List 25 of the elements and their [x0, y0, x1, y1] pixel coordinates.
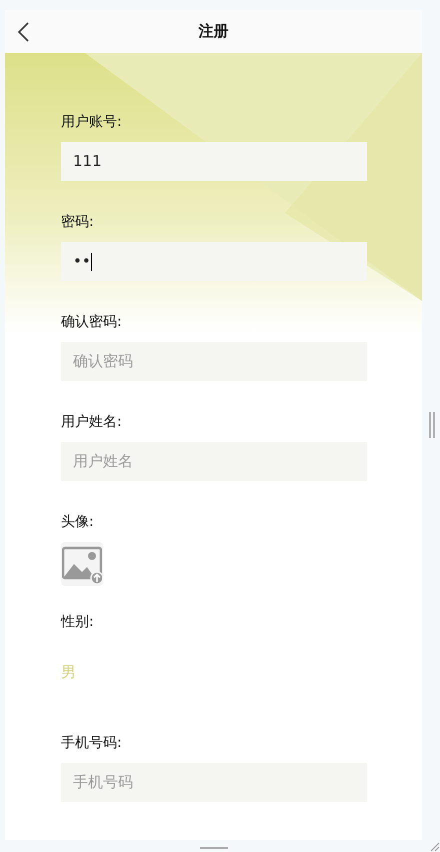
field-label: 头像: [61, 513, 95, 532]
input-field[interactable]: 111 [61, 142, 367, 181]
image-upload-button[interactable] [61, 542, 103, 586]
home-indicator [200, 847, 228, 849]
gender-option[interactable]: 男 [61, 660, 76, 684]
image-upload-icon [62, 544, 102, 584]
field-placeholder: 确认密码 [73, 351, 133, 372]
input-field[interactable]: 用户姓名 [61, 442, 367, 481]
field-placeholder: 手机号码 [73, 772, 133, 794]
field-label: 用户姓名: [61, 413, 123, 432]
resize-grip-icon [430, 842, 440, 852]
field-placeholder: 用户姓名 [73, 451, 133, 472]
back-icon [17, 22, 29, 42]
input-field[interactable]: 手机号码 [61, 763, 367, 802]
input-field[interactable]: 确认密码 [61, 342, 367, 381]
field-label: 确认密码: [61, 313, 123, 332]
field-label: 手机号码: [61, 734, 123, 753]
field-label: 密码: [61, 213, 95, 232]
scrollbar-icon [429, 412, 435, 438]
field-value: 111 [73, 151, 102, 172]
field-label: 用户账号: [61, 113, 123, 132]
page-title: 注册 [198, 21, 228, 42]
field-value: •• [73, 251, 92, 272]
field-label: 性别: [61, 613, 95, 632]
input-field[interactable]: •• [61, 242, 367, 281]
